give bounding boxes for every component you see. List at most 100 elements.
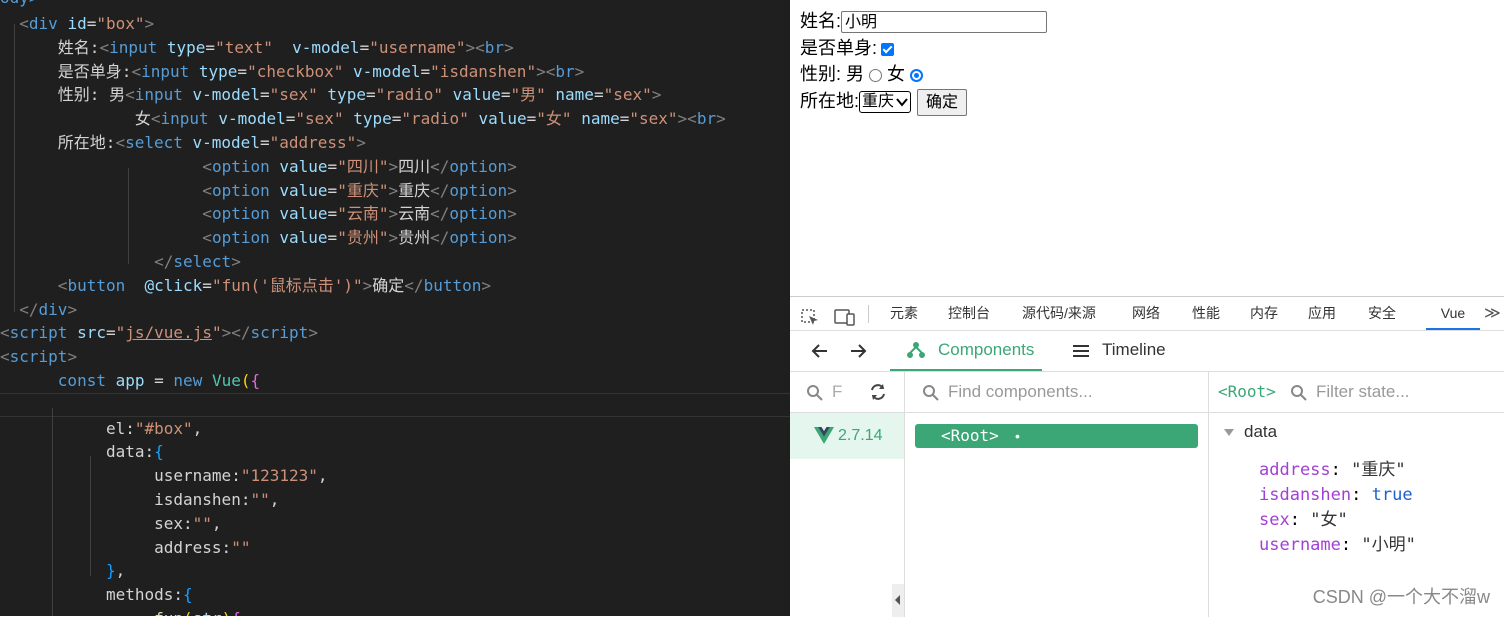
code-token: option (211, 180, 270, 200)
code-token: value (478, 109, 527, 129)
state-row[interactable]: isdanshen: true (1259, 483, 1416, 508)
pane-divider (1208, 372, 1209, 617)
state-row[interactable]: username: "小明" (1259, 533, 1416, 558)
state-row[interactable]: sex: "女" (1259, 508, 1416, 533)
code-token: 确定 (372, 275, 405, 295)
refresh-icon[interactable] (868, 382, 888, 402)
tab-vue[interactable]: Vue (1426, 297, 1480, 330)
name-input[interactable]: 小明 (841, 11, 1048, 34)
find-components-input[interactable]: Find components... (948, 380, 1093, 404)
state-row[interactable]: address: "重庆" (1259, 458, 1416, 483)
code-token: > (507, 228, 517, 248)
tab-application[interactable]: 应用 (1308, 297, 1336, 330)
code-token: type (327, 85, 366, 105)
search-icon (923, 385, 939, 401)
tab-network[interactable]: 网络 (1132, 297, 1160, 330)
code-token: "checkbox" (247, 61, 344, 81)
tab-performance[interactable]: 性能 (1192, 297, 1220, 330)
code-token: < (125, 85, 135, 105)
collapse-handle[interactable] (892, 584, 904, 617)
code-token: > (507, 204, 517, 224)
back-arrow-icon[interactable] (810, 342, 830, 360)
code-token: = (359, 37, 370, 57)
code-token: < (202, 156, 212, 176)
single-checkbox[interactable] (881, 42, 895, 56)
tab-sources[interactable]: 源代码/来源 (1022, 297, 1096, 330)
gender-male-radio[interactable] (869, 68, 883, 82)
code-token: < (0, 323, 10, 343)
gender-female-radio[interactable] (910, 68, 924, 82)
code-line: <div id="box"> (0, 12, 154, 36)
tab-elements[interactable]: 元素 (890, 297, 918, 330)
code-editor[interactable]: ody> <div id="box"> 姓名:<input type="text… (0, 0, 790, 616)
inspect-element-icon[interactable] (800, 305, 820, 325)
code-line: methods:{ (0, 583, 193, 607)
code-token: "sex" (603, 85, 652, 105)
caret-down-icon[interactable] (1224, 429, 1234, 437)
code-token: " (115, 323, 126, 343)
code-token: isdanshen: (0, 490, 251, 509)
state-colon: : (1330, 460, 1352, 480)
code-token: input (134, 85, 183, 105)
code-token: = (105, 323, 116, 343)
code-token: br (484, 37, 505, 57)
tab-memory[interactable]: 内存 (1250, 297, 1278, 330)
code-token: , (192, 418, 203, 438)
nav-timeline-tab[interactable]: Timeline (1102, 331, 1166, 369)
vue-version: 2.7.14 (838, 427, 883, 444)
code-token: "username" (369, 37, 466, 57)
code-token: > (388, 156, 399, 176)
tab-security[interactable]: 安全 (1368, 297, 1396, 330)
address-select[interactable]: 重庆 (859, 91, 912, 114)
code-token: "sex" (269, 85, 318, 105)
code-token: < (202, 180, 212, 200)
code-token: 贵州 (398, 228, 431, 248)
forward-arrow-icon[interactable] (848, 342, 868, 360)
code-token: v-model (353, 61, 421, 81)
state-value: true (1371, 485, 1413, 505)
confirm-button[interactable]: 确定 (917, 88, 968, 116)
code-token: br (696, 109, 717, 129)
code-token: v-model (292, 37, 360, 57)
code-token: div (38, 299, 68, 319)
code-token: v-model (218, 109, 286, 129)
code-token: v-model (192, 85, 260, 105)
code-token: "男" (510, 85, 546, 105)
state-key: isdanshen (1259, 485, 1352, 505)
code-token: > (388, 204, 399, 224)
device-toolbar-icon[interactable] (834, 305, 856, 326)
tab-console[interactable]: 控制台 (948, 297, 990, 330)
app-list-item[interactable]: 2.7.14 (790, 413, 904, 459)
code-token: "四川" (337, 156, 389, 176)
code-token: address: (0, 537, 232, 557)
filter-state-input[interactable]: Filter state... (1316, 380, 1410, 404)
code-token: id (67, 14, 87, 33)
more-tabs-icon[interactable]: ≫ (1484, 297, 1501, 330)
code-token: < (202, 204, 212, 224)
code-token: > (67, 347, 78, 367)
pane-divider (904, 372, 905, 617)
code-token: methods: (0, 585, 184, 605)
code-token: > (574, 61, 585, 81)
gender-label: 性别: 男 (800, 64, 865, 84)
root-component-item[interactable]: <Root> • (915, 424, 1198, 448)
code-line: ody> (0, 0, 39, 10)
rendered-page: 姓名: 小明 是否单身: 性别: 男 女 所在地: 重庆 确定 (790, 0, 1504, 296)
vue-logo-icon (814, 427, 834, 444)
vue-devtools-nav: Components Timeline (790, 331, 1504, 372)
code-line: 是否单身:<input type="checkbox" v-model="isd… (0, 60, 584, 84)
code-token: data: (0, 442, 155, 462)
nav-components-tab[interactable]: Components (890, 331, 1042, 371)
app-filter-input[interactable]: F (832, 380, 842, 404)
